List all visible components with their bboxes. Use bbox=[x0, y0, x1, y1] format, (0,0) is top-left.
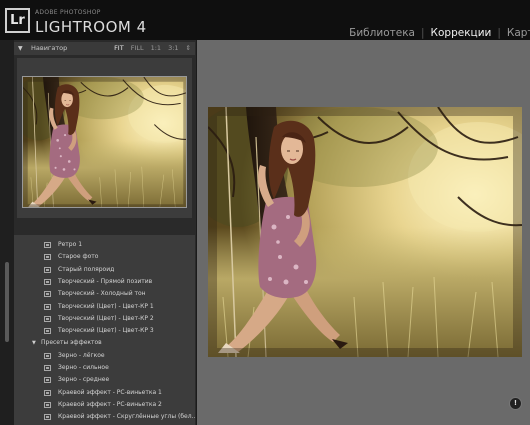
preset-label: Зерно - сильное bbox=[58, 364, 109, 371]
preset-icon bbox=[44, 291, 51, 298]
preset-label: Краевой эффект - Скруглённые углы (бел..… bbox=[58, 413, 195, 421]
preset-item[interactable]: Зерно - среднее bbox=[14, 374, 195, 386]
preset-item[interactable]: Краевой эффект - РС-виньетка 1 bbox=[14, 387, 195, 399]
preset-item[interactable]: Творческий (Цвет) - Цвет-КР 2 bbox=[14, 313, 195, 325]
zoom-fit[interactable]: FIT bbox=[114, 44, 124, 52]
preset-icon bbox=[44, 365, 51, 371]
top-bar: Lr ADOBE PHOTOSHOP LIGHTROOM 4 Библиотек… bbox=[0, 0, 530, 40]
preset-icon bbox=[44, 315, 51, 322]
preset-folder[interactable]: ▼ Пресеты эффектов bbox=[14, 337, 195, 349]
folder-triangle-icon[interactable]: ▼ bbox=[32, 337, 36, 349]
preset-item[interactable]: Творческий (Цвет) - Цвет-КР 3 bbox=[14, 325, 195, 337]
preset-label: Творческий (Цвет) - Цвет-КР 3 bbox=[58, 327, 154, 335]
info-icon[interactable]: ! bbox=[509, 397, 522, 410]
navigator-header[interactable]: ▼ Навигатор FIT FILL 1:1 3:1 ⇕ bbox=[14, 42, 195, 55]
preset-label: Творческий (Цвет) - Цвет-КР 1 bbox=[58, 302, 154, 310]
module-library[interactable]: Библиотека bbox=[349, 27, 415, 39]
preset-icon bbox=[44, 389, 51, 396]
preset-label: Старое фото bbox=[58, 253, 99, 261]
preset-item[interactable]: Зерно - сильное bbox=[14, 362, 195, 374]
preset-label: Творческий - Холодный тон bbox=[58, 290, 146, 298]
preset-label: Зерно - лёгкое bbox=[58, 351, 105, 359]
zoom-3-1[interactable]: 3:1 bbox=[168, 44, 178, 52]
triangle-down-icon[interactable]: ▼ bbox=[18, 42, 23, 55]
preset-label: Творческий - Прямой позитив bbox=[58, 277, 153, 285]
zoom-fill[interactable]: FILL bbox=[131, 44, 144, 52]
preset-item[interactable]: Краевой эффект - Скруглённые углы (бел..… bbox=[14, 411, 195, 423]
preset-icon bbox=[44, 254, 51, 261]
preset-label: Ретро 1 bbox=[58, 241, 83, 248]
preset-item[interactable]: Творческий - Прямой позитив bbox=[14, 276, 195, 288]
preset-label: Краевой эффект - РС-виньетка 2 bbox=[58, 400, 162, 408]
preset-label: Зерно - среднее bbox=[58, 376, 110, 384]
module-picker: Библиотека | Коррекции | Карта bbox=[349, 21, 530, 40]
preset-icon bbox=[44, 266, 51, 273]
preset-icon bbox=[44, 401, 51, 408]
preset-label: Краевой эффект - РС-виньетка 1 bbox=[58, 388, 162, 396]
navigator-zoom-options: FIT FILL 1:1 3:1 ⇕ bbox=[107, 42, 191, 55]
module-separator: | bbox=[497, 27, 501, 39]
module-separator: | bbox=[420, 27, 425, 39]
preset-icon bbox=[44, 414, 51, 421]
preset-icon bbox=[44, 242, 51, 248]
navigator-thumbnail[interactable] bbox=[22, 76, 187, 208]
preset-label: Творческий (Цвет) - Цвет-КР 2 bbox=[58, 314, 154, 322]
left-panel-edge bbox=[0, 40, 14, 425]
preset-item[interactable]: Краевой эффект - РС-виньетка 2 bbox=[14, 399, 195, 411]
preset-item[interactable]: Старый поляроид bbox=[14, 264, 195, 276]
brand-title: LIGHTROOM 4 bbox=[35, 18, 147, 36]
preset-item[interactable]: Зерно - лёгкое bbox=[14, 350, 195, 362]
preset-icon bbox=[44, 377, 51, 384]
preset-item[interactable]: Старое фото bbox=[14, 251, 195, 263]
main-photo[interactable] bbox=[208, 107, 522, 357]
preset-icon bbox=[44, 328, 51, 335]
preset-item[interactable]: Творческий (Цвет) - Цвет-КР 1 bbox=[14, 301, 195, 313]
preset-icon bbox=[44, 278, 51, 285]
preset-item[interactable]: Ретро 1 bbox=[14, 239, 195, 251]
preset-label: Старый поляроид bbox=[58, 265, 115, 273]
preset-item[interactable]: Творческий - Холодный тон bbox=[14, 288, 195, 300]
brand-subtitle: ADOBE PHOTOSHOP bbox=[35, 9, 101, 16]
navigator-title: Навигатор bbox=[31, 44, 68, 52]
preset-label: Пресеты эффектов bbox=[41, 339, 102, 347]
preset-icon bbox=[44, 303, 51, 310]
zoom-1-1[interactable]: 1:1 bbox=[151, 44, 161, 52]
zoom-menu-icon[interactable]: ⇕ bbox=[186, 44, 191, 52]
left-panel-scrollbar[interactable] bbox=[5, 262, 9, 342]
lightroom-logo: Lr bbox=[5, 8, 30, 33]
preset-icon bbox=[44, 352, 51, 359]
module-map[interactable]: Карта bbox=[507, 27, 530, 39]
module-develop[interactable]: Коррекции bbox=[431, 27, 492, 39]
